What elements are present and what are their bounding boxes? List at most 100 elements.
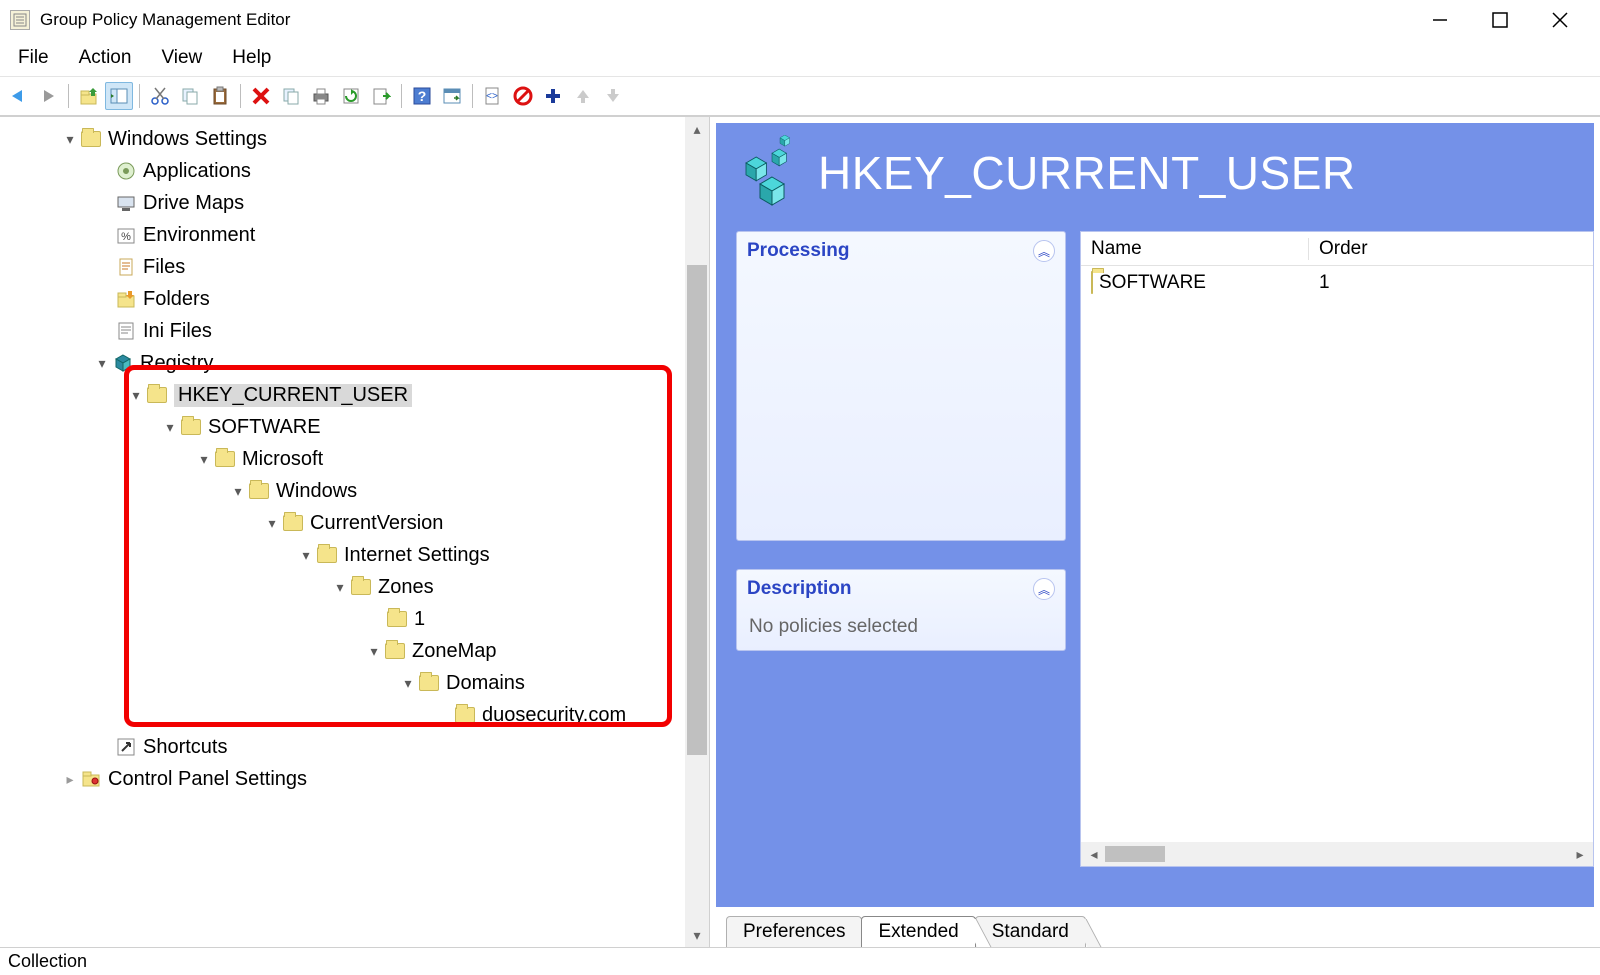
toolbar-separator xyxy=(401,84,402,108)
export-button[interactable] xyxy=(367,82,395,110)
tree-node-zones[interactable]: ▾Zones xyxy=(0,571,709,603)
menu-help[interactable]: Help xyxy=(218,43,285,73)
tree-node-environment[interactable]: % Environment xyxy=(0,219,709,251)
up-folder-button[interactable] xyxy=(75,82,103,110)
minimize-button[interactable] xyxy=(1410,0,1470,40)
tree-node-registry[interactable]: ▾Registry xyxy=(0,347,709,379)
scroll-thumb[interactable] xyxy=(687,265,707,755)
maximize-button[interactable] xyxy=(1470,0,1530,40)
cell-name: SOFTWARE xyxy=(1081,272,1309,294)
list-header: Name Order xyxy=(1081,232,1593,266)
tree-node-shortcuts[interactable]: Shortcuts xyxy=(0,731,709,763)
help-button[interactable]: ? xyxy=(408,82,436,110)
card-header: Description ︽ xyxy=(737,570,1065,608)
stop-button[interactable] xyxy=(509,82,537,110)
scroll-thumb[interactable] xyxy=(1105,846,1165,862)
expander-icon[interactable]: ▾ xyxy=(160,419,180,436)
expander-icon[interactable]: ▾ xyxy=(60,131,80,148)
tree-node-software[interactable]: ▾ SOFTWARE xyxy=(0,411,709,443)
expander-ic007[interactable]: ▾ xyxy=(330,579,350,596)
expander-icon[interactable]: ▾ xyxy=(398,675,418,692)
tree-node-ini-files[interactable]: Ini Files xyxy=(0,315,709,347)
tab-preferences[interactable]: Preferences xyxy=(726,916,862,947)
scroll-right-icon[interactable]: ▸ xyxy=(1571,846,1589,863)
close-button[interactable] xyxy=(1530,0,1590,40)
environment-icon: % xyxy=(115,225,137,245)
tree-node-domains[interactable]: ▾Domains xyxy=(0,667,709,699)
tree-node-zonemap[interactable]: ▾ ZoneMap xyxy=(0,635,709,667)
folder-icon xyxy=(350,577,372,597)
tree-node-1[interactable]: 1 xyxy=(0,603,709,635)
add-button[interactable] xyxy=(539,82,567,110)
tree-node-windows[interactable]: ▾Windows xyxy=(0,475,709,507)
tree-node-hkcu[interactable]: ▾HKEY_CURRENT_USER xyxy=(0,379,709,411)
move-down-button[interactable] xyxy=(599,82,627,110)
expander-icon[interactable]: ▸ xyxy=(60,771,80,788)
list-row[interactable]: SOFTWARE 1 xyxy=(1081,266,1593,300)
tree-node-duosecurity[interactable]: duosecurity.com xyxy=(0,699,709,731)
tab-standard[interactable]: Standard xyxy=(975,916,1086,947)
move-up-button[interactable] xyxy=(569,82,597,110)
tree-node-currentversion[interactable]: ▾ CurrentVersion xyxy=(0,507,709,539)
scroll-left-icon[interactable]: ◂ xyxy=(1085,846,1103,863)
detail-title: HKEY_CURRENT_USER xyxy=(818,146,1356,200)
tree-label: Environment xyxy=(143,224,255,247)
expander-icon[interactable]: ▾ xyxy=(126,387,146,404)
tree-node-control-panel-settings[interactable]: ▸Control Panel Settings xyxy=(0,763,709,795)
tree-node-folders[interactable]: Folders xyxy=(0,283,709,315)
collapse-icon[interactable]: ︽ xyxy=(1033,578,1055,600)
detail-content: HKEY_CURRENT_USER Processing ︽ Descripti… xyxy=(710,117,1600,913)
menu-action[interactable]: Action xyxy=(65,43,146,73)
detail-pane: HKEY_CURRENT_USER Processing ︽ Descripti… xyxy=(710,117,1600,947)
tree-scrollbar[interactable]: ▴ ▾ xyxy=(685,117,709,947)
list-rows[interactable]: SOFTWARE 1 xyxy=(1081,266,1593,842)
expander-icon[interactable]: ▾ xyxy=(262,515,282,532)
tab-label: Standard xyxy=(992,921,1069,942)
paste-button[interactable] xyxy=(206,82,234,110)
tree-label: CurrentVersion xyxy=(310,512,443,535)
registry-icon xyxy=(112,353,134,373)
folder-icon xyxy=(386,609,408,629)
files-icon xyxy=(115,257,137,277)
collapse-icon[interactable]: ︽ xyxy=(1033,240,1055,262)
expander-icon[interactable]: ▾ xyxy=(364,643,384,660)
expander-icon[interactable]: ▾ xyxy=(92,355,112,372)
tree-label: Windows Settings xyxy=(108,128,267,151)
menu-view[interactable]: View xyxy=(147,43,216,73)
ini-files-icon xyxy=(115,321,137,341)
copy-to-button[interactable] xyxy=(277,82,305,110)
refresh-button[interactable] xyxy=(337,82,365,110)
folders-icon xyxy=(115,289,137,309)
tree[interactable]: ▾ Windows Settings Applications Drive Map… xyxy=(0,117,709,801)
scroll-down-icon[interactable]: ▾ xyxy=(685,923,709,947)
scroll-up-icon[interactable]: ▴ xyxy=(685,117,709,141)
show-hide-tree-button[interactable] xyxy=(105,82,133,110)
tree-node-internet-settings[interactable]: ▾Internet Settings xyxy=(0,539,709,571)
tree-node-microsoft[interactable]: ▾Microsoft xyxy=(0,443,709,475)
properties-button[interactable] xyxy=(438,82,466,110)
tree-label: ZoneMap xyxy=(412,640,497,663)
tree-node-windows-settings[interactable]: ▾ Windows Settings xyxy=(0,123,709,155)
forward-button[interactable] xyxy=(34,82,62,110)
preference-item-button[interactable]: <> xyxy=(479,82,507,110)
tab-extended[interactable]: Extended xyxy=(861,916,975,947)
expander-icon[interactable]: ▾ xyxy=(194,451,214,468)
back-button[interactable] xyxy=(4,82,32,110)
expander-icon[interactable]: ▾ xyxy=(296,547,316,564)
tree-label: Ini Files xyxy=(143,320,212,343)
cut-button[interactable] xyxy=(146,82,174,110)
tree-label: SOFTWARE xyxy=(208,416,321,439)
menu-file[interactable]: File xyxy=(4,43,63,73)
list-horizontal-scrollbar[interactable]: ◂ ▸ xyxy=(1081,842,1593,866)
tree-node-applications[interactable]: Applications xyxy=(0,155,709,187)
tree-label: duosecurity.com xyxy=(482,704,626,727)
tree-node-drive-maps[interactable]: Drive Maps xyxy=(0,187,709,219)
expander-icon[interactable]: ▾ xyxy=(228,483,248,500)
copy-button[interactable] xyxy=(176,82,204,110)
tree-node-files[interactable]: Files xyxy=(0,251,709,283)
delete-button[interactable] xyxy=(247,82,275,110)
print-button[interactable] xyxy=(307,82,335,110)
column-name[interactable]: Name xyxy=(1081,238,1309,260)
column-order[interactable]: Order xyxy=(1309,238,1378,260)
tab-label: Preferences xyxy=(743,921,845,942)
